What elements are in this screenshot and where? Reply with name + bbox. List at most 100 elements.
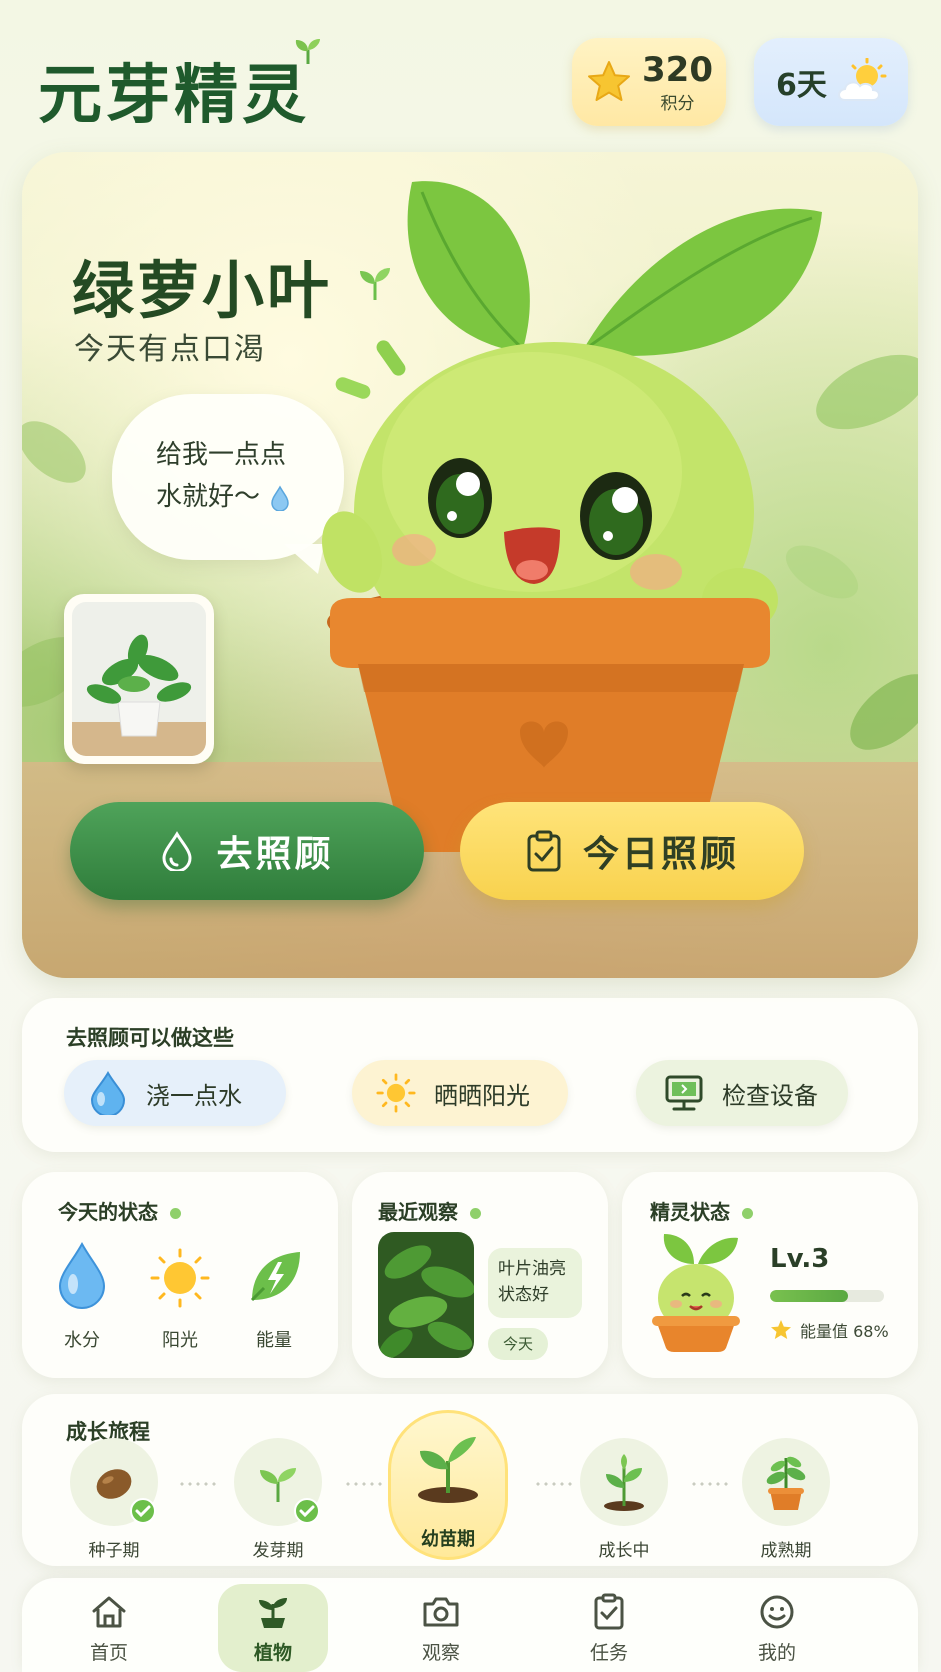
observation-note: 叶片油亮 状态好	[488, 1248, 582, 1318]
energy-progress-fill	[770, 1290, 848, 1302]
check-device-button[interactable]: 检查设备	[636, 1060, 848, 1126]
energy-stat: 能量	[234, 1240, 314, 1352]
star-icon	[588, 61, 630, 101]
today-status-title: 今天的状态	[58, 1196, 181, 1225]
check-badge-icon	[294, 1498, 320, 1524]
sunlight-action-label: 晒晒阳光	[434, 1081, 530, 1110]
water-action-button[interactable]: 浇一点水	[64, 1060, 286, 1126]
stage-label: 幼苗期	[421, 1529, 475, 1550]
home-icon	[92, 1596, 126, 1628]
days-weather-badge[interactable]: 6天	[754, 38, 908, 126]
status-dot	[470, 1208, 481, 1219]
nav-label: 任务	[589, 1642, 628, 1664]
bottom-navigation: 首页 植物 观察 任务 我的	[22, 1578, 918, 1672]
energy-leaf-icon	[250, 1252, 300, 1302]
nav-label: 我的	[757, 1642, 796, 1664]
stage-icon-wrap	[580, 1438, 668, 1526]
growth-journey-card: 成长旅程 种子期 发芽期 幼苗期 成长中 成熟期	[22, 1394, 918, 1566]
sun-icon	[150, 1248, 210, 1308]
go-care-button[interactable]: 去照顾	[70, 802, 424, 900]
recent-observation-card[interactable]: 最近观察 叶片油亮 状态好 今天	[352, 1172, 608, 1378]
energy-label: 能量	[256, 1330, 292, 1351]
days-count: 6天	[776, 68, 827, 103]
check-device-label: 检查设备	[722, 1081, 818, 1110]
partly-sunny-icon	[837, 58, 887, 101]
plant-mood-status: 今天有点口渴	[74, 332, 266, 367]
go-care-label: 去照顾	[216, 834, 334, 875]
today-status-card[interactable]: 今天的状态 水分 阳光 能量	[22, 1172, 338, 1378]
nav-tasks[interactable]: 任务	[554, 1584, 664, 1672]
spirit-avatar	[652, 1234, 740, 1352]
observation-note-line: 状态好	[498, 1285, 549, 1305]
task-clipboard-icon	[594, 1593, 624, 1630]
stage-sprouting[interactable]: 发芽期	[218, 1438, 338, 1561]
plant-icon	[259, 1598, 287, 1628]
spirit-level: Lv.3	[770, 1244, 830, 1274]
care-actions-title: 去照顾可以做这些	[66, 1026, 234, 1050]
stage-seed[interactable]: 种子期	[54, 1438, 174, 1561]
sunlight-stat: 阳光	[140, 1240, 220, 1352]
stage-connector	[344, 1482, 384, 1486]
energy-progress-bar	[770, 1290, 884, 1302]
sunlight-label: 阳光	[162, 1330, 198, 1351]
leaf-closeup-photo	[378, 1232, 474, 1358]
stage-icon-wrap	[234, 1438, 322, 1526]
app-title: 元芽精灵	[38, 59, 310, 133]
potted-plant-photo	[72, 602, 206, 756]
sunlight-action-button[interactable]: 晒晒阳光	[352, 1060, 568, 1126]
nav-label: 观察	[421, 1642, 460, 1664]
camera-icon	[423, 1597, 459, 1627]
potted-plant-icon	[766, 1456, 806, 1510]
energy-value: 能量值 68%	[770, 1318, 889, 1342]
spirit-status-title: 精灵状态	[650, 1196, 753, 1225]
care-actions-card: 去照顾可以做这些 浇一点水 晒晒阳光 检查设备	[22, 998, 918, 1152]
stage-seedling-current[interactable]: 幼苗期	[388, 1410, 508, 1560]
water-drop-icon	[271, 484, 289, 511]
status-dot	[170, 1208, 181, 1219]
today-care-label: 今日照顾	[582, 834, 739, 875]
stage-connector	[690, 1482, 730, 1486]
stage-growing[interactable]: 成长中	[564, 1438, 684, 1561]
stage-label: 成熟期	[760, 1541, 812, 1561]
star-icon	[771, 1320, 791, 1339]
recent-observation-title: 最近观察	[378, 1196, 481, 1225]
observation-photo[interactable]	[378, 1232, 474, 1358]
real-plant-photo[interactable]	[64, 594, 214, 764]
clipboard-check-icon	[527, 830, 561, 872]
sun-icon	[376, 1073, 416, 1113]
points-badge[interactable]: 320 积分	[572, 38, 726, 126]
points-label: 积分	[660, 93, 695, 114]
observation-date-tag: 今天	[488, 1328, 548, 1360]
points-value: 320	[642, 49, 713, 90]
water-drop-icon	[90, 1071, 126, 1115]
smiley-profile-icon	[760, 1595, 794, 1629]
hero-card: 绿萝小叶 今天有点口渴 给我一点点 水就好～ 去照顾 今日照顾	[22, 152, 918, 978]
young-plant-icon	[604, 1454, 644, 1511]
nav-profile[interactable]: 我的	[722, 1584, 832, 1672]
water-drop-icon	[162, 831, 192, 871]
spirit-status-card[interactable]: 精灵状态 Lv.3 能量值 68%	[622, 1172, 918, 1378]
seedling-icon	[418, 1437, 478, 1503]
nav-label: 首页	[89, 1642, 128, 1664]
moisture-label: 水分	[64, 1330, 100, 1351]
stage-label: 种子期	[88, 1541, 140, 1561]
sprout-icon	[295, 39, 320, 65]
water-action-label: 浇一点水	[146, 1081, 242, 1110]
plant-spirit-mascot[interactable]	[292, 152, 852, 852]
nav-home[interactable]: 首页	[54, 1584, 164, 1672]
stage-label: 成长中	[598, 1541, 650, 1561]
nav-observe[interactable]: 观察	[386, 1584, 496, 1672]
nav-label: 植物	[253, 1642, 292, 1664]
stage-icon-wrap	[398, 1419, 498, 1519]
stage-connector	[178, 1482, 218, 1486]
check-badge-icon	[130, 1498, 156, 1524]
device-monitor-icon	[665, 1075, 703, 1111]
status-dot	[742, 1208, 753, 1219]
stage-mature[interactable]: 成熟期	[726, 1438, 846, 1561]
water-drop-icon	[58, 1241, 106, 1309]
nav-plant[interactable]: 植物	[218, 1584, 328, 1672]
stage-label: 发芽期	[252, 1541, 304, 1561]
moisture-stat: 水分	[42, 1240, 122, 1352]
stage-icon-wrap	[70, 1438, 158, 1526]
today-care-button[interactable]: 今日照顾	[460, 802, 804, 900]
